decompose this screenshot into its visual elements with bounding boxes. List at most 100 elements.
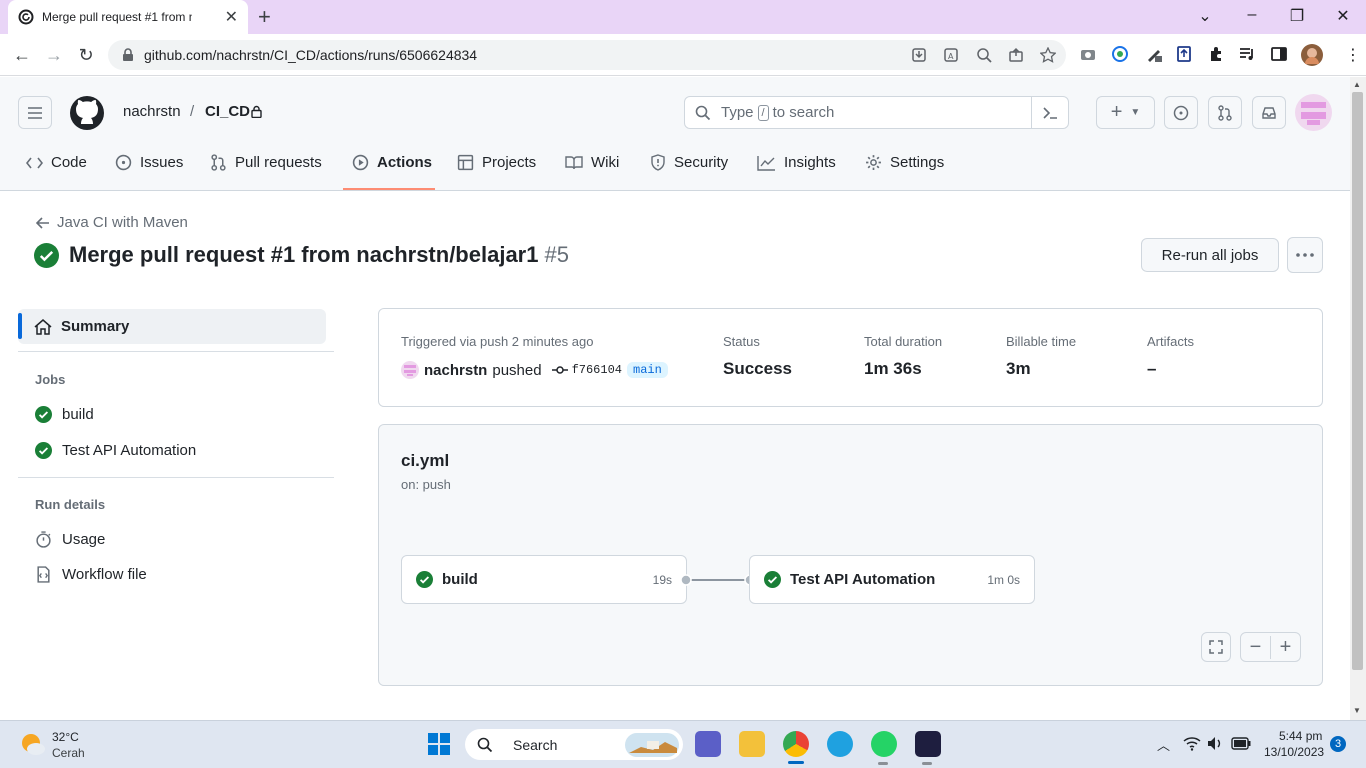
install-icon[interactable]: [911, 47, 927, 63]
hamburger-menu-button[interactable]: [18, 96, 52, 129]
command-palette-icon[interactable]: [1042, 106, 1058, 120]
check-circle-fill-icon: [35, 442, 52, 459]
shield-icon: [651, 154, 665, 171]
whatsapp-icon[interactable]: [871, 731, 897, 757]
sidebar-item-summary[interactable]: Summary: [18, 309, 326, 344]
sidebar-item-job-test-api[interactable]: Test API Automation: [35, 442, 196, 459]
wifi-icon[interactable]: [1183, 736, 1201, 751]
intellij-idea-icon[interactable]: [915, 731, 941, 757]
volume-icon[interactable]: [1207, 736, 1223, 751]
notification-badge[interactable]: 3: [1330, 736, 1346, 752]
commit-sha-link[interactable]: f766104: [572, 363, 622, 377]
repo-owner-link[interactable]: nachrstn: [123, 103, 181, 120]
scroll-up-icon[interactable]: ▲: [1353, 80, 1361, 89]
actor-avatar-icon[interactable]: [401, 361, 419, 379]
minimize-window-icon[interactable]: –: [1240, 6, 1264, 24]
sidebar-run-details-heading: Run details: [35, 497, 106, 512]
github-logo-icon[interactable]: [69, 95, 105, 131]
create-new-button[interactable]: + ▼: [1096, 96, 1155, 129]
sidebar-item-job-build[interactable]: build: [35, 406, 94, 423]
user-avatar-icon[interactable]: [1295, 94, 1332, 131]
bookmark-star-icon[interactable]: [1040, 47, 1056, 63]
job-duration: 19s: [652, 572, 672, 587]
close-window-icon[interactable]: ✕: [1331, 6, 1355, 26]
zoom-in-button[interactable]: +: [1271, 636, 1300, 659]
side-panel-icon[interactable]: [1270, 45, 1288, 63]
clock-date[interactable]: 13/10/2023: [1264, 745, 1324, 759]
sidebar-job-label: build: [62, 406, 94, 423]
workflow-back-link[interactable]: Java CI with Maven: [36, 214, 188, 231]
maximize-window-icon[interactable]: ❐: [1285, 6, 1309, 26]
sidebar-item-usage[interactable]: Usage: [35, 531, 105, 548]
more-options-button[interactable]: [1287, 237, 1323, 273]
search-icon: [477, 737, 493, 752]
issue-opened-icon: [115, 154, 132, 171]
zoom-icon[interactable]: [976, 47, 992, 63]
duration-value[interactable]: 1m 36s: [864, 359, 922, 379]
forward-arrow-icon[interactable]: →: [43, 45, 65, 66]
active-tab-indicator: [343, 188, 435, 190]
play-icon: [352, 154, 369, 171]
weather-sun-cloud-icon[interactable]: [20, 732, 46, 756]
sidebar-item-workflow-file[interactable]: Workflow file: [35, 566, 147, 583]
pull-requests-button[interactable]: [1208, 96, 1242, 129]
repo-name-link[interactable]: CI_CD: [205, 103, 250, 120]
tab-wiki[interactable]: Wiki: [565, 154, 619, 171]
browser-tab[interactable]: Merge pull request #1 from nachrstn ✕: [8, 0, 248, 34]
clock-time[interactable]: 5:44 pm: [1279, 729, 1322, 743]
issues-button[interactable]: [1164, 96, 1198, 129]
circle-extension-icon[interactable]: [1111, 45, 1129, 63]
tab-code[interactable]: Code: [26, 154, 87, 171]
job-connector: [680, 574, 756, 586]
chrome-icon[interactable]: [783, 731, 809, 757]
job-node-test-api[interactable]: Test API Automation 1m 0s: [749, 555, 1035, 604]
check-circle-fill-icon: [764, 571, 781, 588]
camera-extension-icon[interactable]: [1079, 45, 1097, 63]
zoom-out-button[interactable]: −: [1241, 635, 1271, 659]
search-input[interactable]: Type / to search: [684, 96, 1069, 129]
private-lock-icon: [251, 105, 262, 118]
tab-insights[interactable]: Insights: [757, 154, 836, 171]
branch-badge[interactable]: main: [627, 362, 668, 378]
upload-extension-icon[interactable]: [1175, 45, 1193, 63]
extensions-puzzle-icon[interactable]: [1207, 45, 1225, 63]
tab-actions[interactable]: Actions: [352, 154, 432, 171]
battery-icon[interactable]: [1231, 737, 1251, 750]
reload-icon[interactable]: ↻: [75, 45, 97, 66]
teams-chat-icon[interactable]: [695, 731, 721, 757]
media-queue-icon[interactable]: [1238, 45, 1256, 63]
tab-settings[interactable]: Settings: [865, 154, 944, 171]
check-circle-fill-icon: [35, 406, 52, 423]
tab-search-chevron-icon[interactable]: ⌄: [1193, 6, 1217, 26]
close-tab-icon[interactable]: ✕: [225, 7, 238, 27]
actor-name[interactable]: nachrstn: [424, 362, 487, 379]
workflow-file-name: ci.yml: [401, 451, 450, 470]
tab-issues[interactable]: Issues: [115, 154, 183, 171]
translate-icon[interactable]: A: [943, 47, 959, 63]
edge-icon[interactable]: [827, 731, 853, 757]
job-node-build[interactable]: build 19s: [401, 555, 687, 604]
tray-chevron-up-icon[interactable]: ︿: [1157, 735, 1170, 754]
taskbar-search[interactable]: Search: [465, 729, 683, 760]
file-explorer-icon[interactable]: [739, 731, 765, 757]
profile-avatar-icon[interactable]: [1301, 44, 1323, 66]
inbox-button[interactable]: [1252, 96, 1286, 129]
tab-pull-requests[interactable]: Pull requests: [210, 154, 322, 171]
back-arrow-icon[interactable]: ←: [11, 45, 33, 66]
fullscreen-button[interactable]: [1201, 632, 1231, 662]
sidebar-divider: [18, 477, 334, 478]
search-shortcut-key: /: [757, 104, 769, 121]
scroll-down-icon[interactable]: ▼: [1353, 706, 1361, 715]
graph-icon: [757, 155, 775, 171]
browser-menu-icon[interactable]: ⋮: [1345, 45, 1361, 65]
tab-security[interactable]: Security: [650, 154, 728, 171]
tab-projects[interactable]: Projects: [457, 154, 536, 171]
new-tab-icon[interactable]: +: [258, 4, 271, 30]
share-icon[interactable]: [1008, 47, 1024, 63]
scrollbar-thumb[interactable]: [1352, 92, 1363, 670]
rerun-all-jobs-button[interactable]: Re-run all jobs: [1141, 238, 1279, 272]
windows-start-icon[interactable]: [427, 732, 451, 756]
triangle-down-icon: ▼: [1130, 107, 1141, 118]
issue-opened-icon: [1173, 105, 1189, 120]
pen-extension-icon[interactable]: [1145, 45, 1163, 63]
